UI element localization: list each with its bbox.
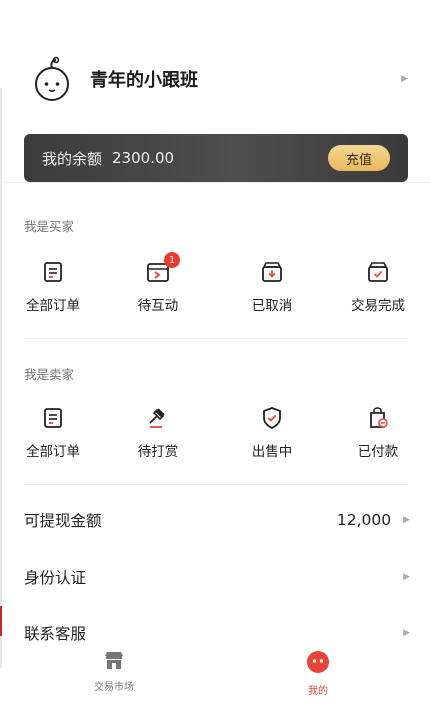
baby-face-icon bbox=[32, 54, 72, 104]
chevron-right-icon: ▶ bbox=[403, 572, 410, 582]
profile-row[interactable]: 青年的小跟班 ▶ bbox=[0, 48, 430, 110]
seller-pending-tip-label: 待打赏 bbox=[137, 444, 179, 460]
recharge-button[interactable]: 充值 bbox=[328, 145, 390, 171]
section-divider bbox=[24, 338, 408, 339]
shield-check-icon bbox=[258, 404, 286, 432]
chevron-right-icon: ▶ bbox=[401, 74, 408, 84]
customer-service-row[interactable]: 联系客服 ▶ bbox=[24, 613, 410, 653]
completed-box-icon bbox=[364, 258, 392, 286]
buyer-pending-interaction-label: 待互动 bbox=[137, 298, 179, 314]
gavel-icon bbox=[144, 404, 172, 432]
customer-service-label: 联系客服 bbox=[24, 625, 87, 643]
buyer-completed-label: 交易完成 bbox=[351, 298, 405, 314]
withdrawable-amount-value: 12,000 bbox=[336, 511, 392, 529]
buyer-pending-interaction[interactable]: 1 待互动 bbox=[108, 252, 208, 314]
withdrawable-amount-label: 可提现金额 bbox=[24, 512, 102, 530]
tab-mine-label: 我的 bbox=[308, 686, 328, 697]
seller-section-title: 我是卖家 bbox=[24, 367, 75, 382]
store-icon bbox=[103, 650, 125, 674]
identity-verification-row[interactable]: 身份认证 ▶ bbox=[24, 557, 410, 597]
seller-pending-tip[interactable]: 待打赏 bbox=[108, 404, 208, 460]
left-edge-marker bbox=[0, 606, 2, 636]
seller-on-sale[interactable]: 出售中 bbox=[222, 404, 322, 460]
buyer-completed[interactable]: 交易完成 bbox=[328, 258, 428, 314]
chevron-right-icon: ▶ bbox=[403, 628, 410, 638]
order-list-icon bbox=[39, 404, 67, 432]
section-divider bbox=[24, 484, 408, 485]
interaction-icon: 1 bbox=[144, 252, 180, 286]
section-separator bbox=[0, 182, 430, 183]
balance-card: 我的余额 2300.00 充值 bbox=[24, 134, 408, 182]
buyer-cancelled-label: 已取消 bbox=[251, 298, 293, 314]
order-list-icon bbox=[39, 258, 67, 286]
cancelled-box-icon bbox=[258, 258, 286, 286]
buyer-cancelled[interactable]: 已取消 bbox=[222, 258, 322, 314]
bottom-tab-bar: 交易市场 我的 bbox=[0, 650, 430, 700]
seller-paid-label: 已付款 bbox=[357, 444, 399, 460]
bag-paid-icon bbox=[364, 404, 392, 432]
chevron-right-icon: ▶ bbox=[403, 515, 410, 525]
identity-verification-label: 身份认证 bbox=[24, 569, 87, 587]
buyer-all-orders-label: 全部订单 bbox=[26, 298, 80, 314]
seller-all-orders[interactable]: 全部订单 bbox=[3, 404, 103, 460]
notification-badge: 1 bbox=[164, 252, 180, 268]
tab-market-label: 交易市场 bbox=[94, 682, 134, 693]
balance-value: 2300.00 bbox=[112, 149, 175, 167]
tab-market[interactable]: 交易市场 bbox=[54, 650, 174, 693]
seller-all-orders-label: 全部订单 bbox=[26, 444, 80, 460]
balance-label: 我的余额 bbox=[42, 149, 103, 168]
buyer-section-title: 我是买家 bbox=[24, 219, 75, 234]
tab-mine[interactable]: 我的 bbox=[258, 650, 378, 697]
smile-face-icon bbox=[306, 650, 330, 678]
seller-on-sale-label: 出售中 bbox=[251, 444, 293, 460]
withdrawable-amount-row[interactable]: 可提现金额 12,000 ▶ bbox=[24, 500, 410, 540]
left-edge-line bbox=[0, 88, 2, 668]
profile-name: 青年的小跟班 bbox=[90, 70, 198, 91]
buyer-all-orders[interactable]: 全部订单 bbox=[3, 258, 103, 314]
seller-paid[interactable]: 已付款 bbox=[328, 404, 428, 460]
